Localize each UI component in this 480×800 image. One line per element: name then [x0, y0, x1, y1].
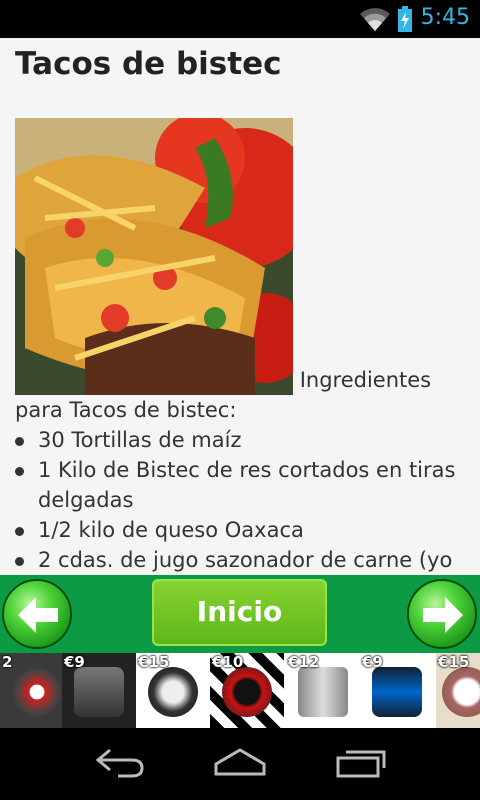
- home-icon[interactable]: [212, 746, 268, 778]
- status-bar: 5:45: [0, 0, 480, 38]
- system-navigation-bar: [0, 728, 480, 800]
- back-button[interactable]: [2, 579, 72, 649]
- list-item: 1/2 kilo de queso Oaxaca: [15, 515, 470, 545]
- watch-icon: [298, 667, 348, 717]
- watch-icon: [372, 667, 422, 717]
- recipe-title: Tacos de bistec: [15, 46, 282, 82]
- watch-icon: [222, 667, 272, 717]
- ad-price: €15: [138, 653, 170, 671]
- battery-icon: [398, 6, 412, 32]
- watch-icon: [74, 667, 124, 717]
- ad-banner[interactable]: 2 €9 €15 €10 €12 €9 €15: [0, 653, 480, 728]
- ad-price: 2: [2, 653, 13, 671]
- forward-button[interactable]: [407, 579, 477, 649]
- ad-item[interactable]: €15: [136, 653, 210, 728]
- watch-icon: [12, 667, 62, 717]
- list-item: 1 Kilo de Bistec de res cortados en tira…: [15, 455, 470, 515]
- back-icon[interactable]: [92, 746, 148, 778]
- tacos-photo: [15, 118, 293, 395]
- ad-item[interactable]: €9: [62, 653, 136, 728]
- ad-price: €15: [438, 653, 470, 671]
- ad-item[interactable]: €15: [436, 653, 480, 728]
- ad-item[interactable]: €10: [210, 653, 284, 728]
- ad-price: €9: [64, 653, 85, 671]
- arrow-left-icon: [18, 597, 58, 633]
- watch-icon: [148, 667, 198, 717]
- list-item: 30 Tortillas de maíz: [15, 425, 470, 455]
- ad-item[interactable]: €9: [360, 653, 434, 728]
- arrow-right-icon: [423, 597, 463, 633]
- wifi-icon: [360, 8, 390, 31]
- list-item: 2 cdas. de jugo sazonador de carne (yo: [15, 545, 470, 575]
- ingredients-list: 30 Tortillas de maíz 1 Kilo de Bistec de…: [15, 425, 470, 575]
- home-button[interactable]: Inicio: [152, 579, 327, 646]
- ad-price: €12: [288, 653, 320, 671]
- ad-price: €10: [212, 653, 244, 671]
- navigation-bar: Inicio: [0, 575, 480, 653]
- watch-icon: [442, 667, 480, 717]
- ad-price: €9: [362, 653, 383, 671]
- recipe-content[interactable]: Tacos de bistec Ingredientes para Tacos …: [0, 38, 480, 575]
- ad-item[interactable]: €12: [286, 653, 360, 728]
- recent-apps-icon[interactable]: [334, 746, 390, 778]
- recipe-article: Ingredientes para Tacos de bistec: 30 To…: [15, 118, 470, 575]
- clock: 5:45: [420, 5, 470, 30]
